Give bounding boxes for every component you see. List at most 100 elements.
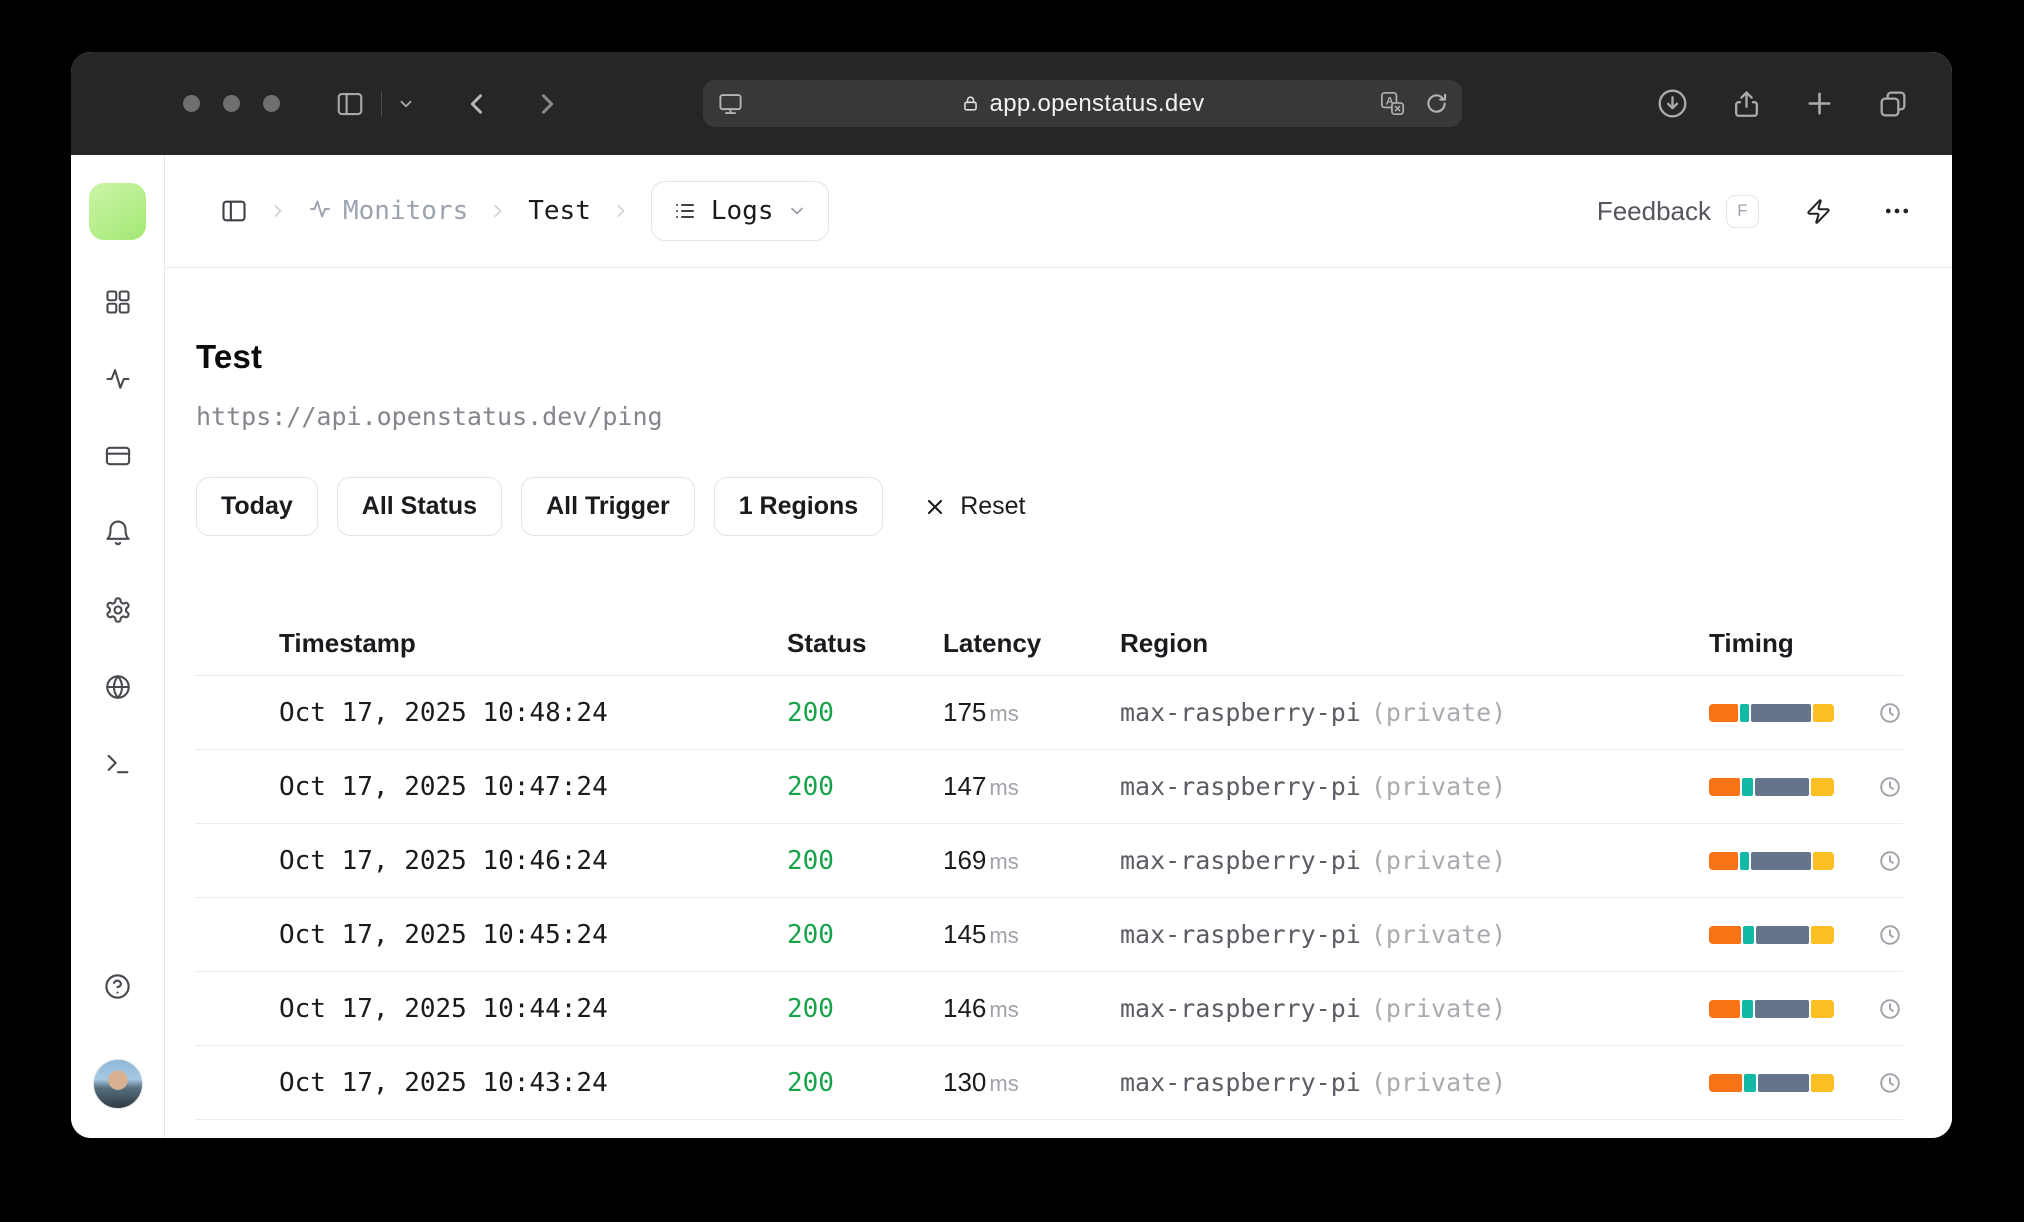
panel-toggle-icon[interactable] [220,197,248,225]
page-title: Test [196,338,263,375]
timing-bar [1709,999,1834,1018]
monitors-icon[interactable] [104,365,132,398]
app-header: Monitors Test Logs Feedback F [165,155,1952,268]
clock-icon[interactable] [1878,997,1902,1021]
filter-status[interactable]: All Status [336,477,503,536]
timing-segment [1741,777,1753,796]
breadcrumb-monitors[interactable]: Monitors [308,196,468,226]
log-region: max-raspberry-pi (private) [1120,920,1507,949]
timing-segment [1709,925,1742,944]
column-status[interactable]: Status [787,628,943,659]
filter-date[interactable]: Today [196,477,318,536]
clock-icon[interactable] [1878,775,1902,799]
timing-segment [1709,851,1738,870]
reset-filters-button[interactable]: Reset [923,492,1026,521]
chevron-down-icon [787,201,807,221]
timing-bar [1709,1073,1834,1092]
filter-trigger[interactable]: All Trigger [521,477,695,536]
timing-segment [1709,999,1740,1018]
log-latency: 145 ms [943,919,1019,949]
lock-icon [961,94,980,113]
dashboard-icon[interactable] [104,288,132,321]
breadcrumb: Monitors Test Logs [220,181,1597,241]
column-latency[interactable]: Latency [943,628,1120,659]
window-controls [183,52,280,155]
browser-toolbar: app.openstatus.dev A [71,52,1952,155]
status-pages-icon[interactable] [104,442,132,475]
timing-segment [1741,999,1753,1018]
close-icon [923,495,947,519]
table-header-row: Timestamp Status Latency Region Timing [196,612,1903,676]
address-bar[interactable]: app.openstatus.dev A [703,80,1462,127]
log-status-code: 200 [787,993,834,1024]
breadcrumb-monitor-name[interactable]: Test [528,196,591,226]
translate-icon[interactable]: A [1379,90,1406,117]
chevron-down-icon [397,95,415,113]
timing-segment [1754,999,1810,1018]
back-icon [463,90,491,118]
log-row[interactable]: Oct 17, 2025 10:43:24 200 130 ms max-rasp… [196,1046,1903,1120]
log-status-code: 200 [787,771,834,802]
log-region: max-raspberry-pi (private) [1120,772,1507,801]
timing-segment [1709,777,1740,796]
log-status-code: 200 [787,845,834,876]
timing-segment [1758,1073,1810,1092]
clock-icon[interactable] [1878,849,1902,873]
log-row[interactable]: Oct 17, 2025 10:48:24 200 175 ms max-rasp… [196,676,1903,750]
settings-icon[interactable] [104,596,132,629]
page-content: Test https://api.openstatus.dev/ping Tod… [165,268,1952,1138]
tab-overview-icon[interactable] [1877,88,1909,120]
toolbar-actions [1656,52,1909,155]
zoom-button[interactable] [263,95,280,112]
downloads-icon[interactable] [1656,87,1689,120]
log-region: max-raspberry-pi (private) [1120,846,1507,875]
help-icon[interactable] [103,972,132,1006]
regions-globe-icon[interactable] [104,673,132,706]
endpoint-url: https://api.openstatus.dev/ping [196,402,663,431]
column-timestamp[interactable]: Timestamp [279,628,787,659]
minimize-button[interactable] [223,95,240,112]
log-timestamp: Oct 17, 2025 10:44:24 [279,993,608,1024]
column-timing[interactable]: Timing [1709,628,1878,659]
openstatus-logo[interactable] [89,183,146,240]
log-timestamp: Oct 17, 2025 10:43:24 [279,1067,608,1098]
log-row[interactable]: Oct 17, 2025 10:46:24 200 169 ms max-rasp… [196,824,1903,898]
timing-segment [1755,925,1810,944]
clock-icon[interactable] [1878,701,1902,725]
clock-icon[interactable] [1878,1071,1902,1095]
column-region[interactable]: Region [1120,628,1709,659]
feedback-shortcut-badge: F [1726,194,1759,228]
log-row[interactable]: Oct 17, 2025 10:47:24 200 147 ms max-rasp… [196,750,1903,824]
zap-icon[interactable] [1805,198,1832,225]
log-region: max-raspberry-pi (private) [1120,698,1507,727]
forward-button[interactable] [533,52,561,155]
reload-icon[interactable] [1424,91,1449,116]
log-timestamp: Oct 17, 2025 10:47:24 [279,771,608,802]
log-region: max-raspberry-pi (private) [1120,994,1507,1023]
timing-bar [1709,851,1834,870]
close-button[interactable] [183,95,200,112]
terminal-icon[interactable] [104,750,132,783]
more-options-icon[interactable] [1882,196,1912,226]
log-row[interactable]: Oct 17, 2025 10:44:24 200 146 ms max-rasp… [196,972,1903,1046]
back-button[interactable] [463,52,491,155]
log-row[interactable]: Oct 17, 2025 10:45:24 200 145 ms max-rasp… [196,898,1903,972]
browser-window: app.openstatus.dev A Monitors Test Logs … [71,52,1952,1138]
sidebar-menu-button[interactable] [397,52,415,155]
new-tab-icon[interactable] [1804,88,1835,119]
browser-sidebar-toggle[interactable] [335,52,365,155]
log-latency: 169 ms [943,845,1019,875]
user-avatar[interactable] [92,1059,143,1109]
notifications-icon[interactable] [104,519,132,552]
share-icon[interactable] [1731,88,1762,119]
feedback-button[interactable]: Feedback [1597,196,1711,227]
view-selector-button[interactable]: Logs [650,181,830,241]
log-latency: 146 ms [943,993,1019,1023]
main-panel: Monitors Test Logs Feedback F Test https… [165,155,1952,1138]
clock-icon[interactable] [1878,923,1902,947]
view-selector-label: Logs [710,196,774,226]
url-text: app.openstatus.dev [989,89,1205,117]
timing-bar [1709,925,1834,944]
filter-regions[interactable]: 1 Regions [713,477,884,536]
activity-icon [308,197,332,225]
